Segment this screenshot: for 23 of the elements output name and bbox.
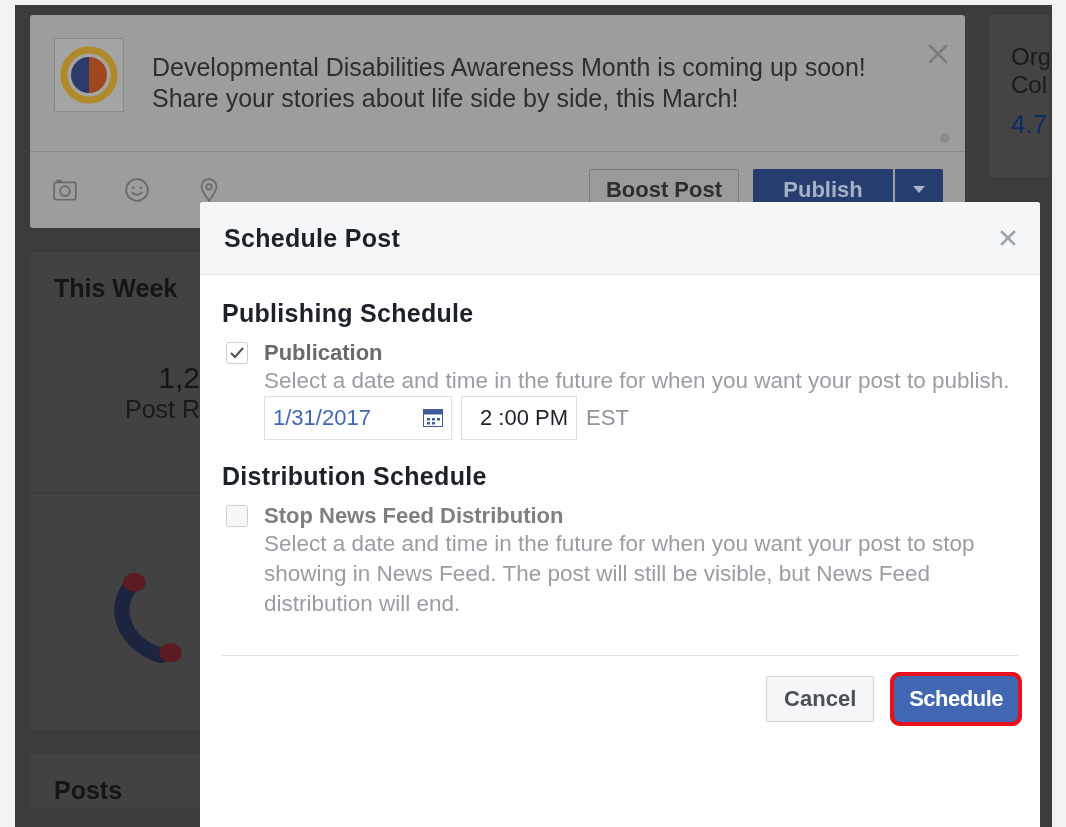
close-icon[interactable] bbox=[1000, 230, 1016, 246]
banner-text: Developmental Disabilities Awareness Month is coming up soon! bbox=[152, 52, 866, 83]
smiley-icon[interactable] bbox=[124, 177, 150, 203]
checkmark-icon bbox=[230, 347, 244, 359]
calendar-icon bbox=[423, 409, 443, 427]
logo-icon bbox=[54, 38, 124, 112]
time-field[interactable]: 2 :00 PM bbox=[461, 396, 578, 440]
option-label: Publication bbox=[264, 340, 383, 366]
close-icon[interactable] bbox=[927, 43, 949, 65]
timezone-label: EST bbox=[586, 405, 629, 431]
caret-icon bbox=[913, 186, 925, 194]
option-description: Select a date and time in the future for when you want your post to stop showing in News Feed. The post will still be visible, but News Feed distribution will end. bbox=[264, 530, 976, 618]
option-description: Select a date and time in the future for when you want your post to publish. bbox=[264, 367, 1011, 395]
option-label: Stop News Feed Distribution bbox=[264, 503, 564, 529]
checkbox[interactable] bbox=[226, 505, 248, 527]
dialog-title: Schedule Post bbox=[224, 223, 401, 253]
section-heading: Distribution Schedule bbox=[222, 462, 488, 491]
date-field[interactable]: 1/31/2017 bbox=[264, 396, 452, 440]
cancel-button[interactable]: Cancel bbox=[766, 676, 875, 722]
section-heading: Publishing Schedule bbox=[222, 299, 475, 328]
camera-icon[interactable] bbox=[52, 177, 78, 203]
checkbox[interactable] bbox=[226, 342, 248, 364]
banner-text: Share your stories about life side by side, this March! bbox=[152, 83, 740, 114]
